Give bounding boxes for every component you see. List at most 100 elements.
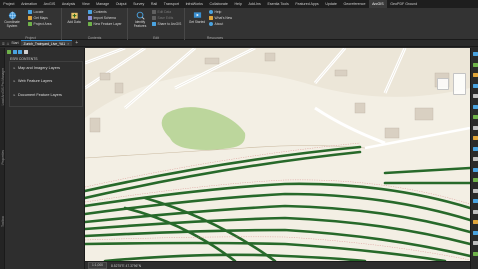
- layer-group-label: Document Feature Layers: [17, 93, 62, 97]
- road: [364, 126, 470, 150]
- ribbon-tab[interactable]: Georeference: [340, 0, 369, 8]
- compass-widget[interactable]: [437, 78, 449, 90]
- ribbon-tab[interactable]: Featured Apps: [292, 0, 322, 8]
- map-tool-icon[interactable]: [472, 251, 478, 256]
- get-started-label: Get Started: [188, 20, 206, 24]
- edit-data-button[interactable]: Edit Data: [152, 10, 171, 15]
- ribbon-tab[interactable]: Esentia Tools: [264, 0, 292, 8]
- help-button[interactable]: Help: [209, 10, 221, 15]
- map-tool-icon[interactable]: [472, 199, 478, 203]
- settings-icon[interactable]: [23, 49, 28, 54]
- start-tab[interactable]: Start: [11, 40, 18, 47]
- ribbon-tab[interactable]: Analysis: [59, 0, 79, 8]
- new-feature-layer-icon: [88, 22, 92, 26]
- ribbon-tab[interactable]: Project: [0, 0, 18, 8]
- about-button[interactable]: About: [209, 22, 223, 27]
- urban-area: [85, 48, 470, 118]
- map-view[interactable]: [85, 48, 470, 261]
- ribbon-tab[interactable]: ArcGIS: [368, 0, 387, 8]
- get-started-icon: [193, 12, 201, 18]
- map-tool-icon[interactable]: [472, 188, 478, 193]
- locate-icon: [28, 10, 32, 14]
- ribbon-group-contents: Add Data Contents Import Schema New Feat…: [62, 8, 128, 40]
- add-tab-button[interactable]: +: [75, 40, 78, 46]
- map-tool-icon[interactable]: [472, 62, 478, 67]
- map-tool-icon[interactable]: [472, 73, 478, 77]
- ribbon-tab[interactable]: Animation: [18, 0, 41, 8]
- contents-icon: [88, 10, 92, 14]
- map-tool-icon[interactable]: [472, 220, 478, 224]
- expand-caret-icon[interactable]: ►: [13, 66, 16, 70]
- map-document-tab[interactable]: Zurich_Trainyard_Live_YA1 ×: [20, 40, 73, 46]
- save-edits-button[interactable]: Save Edits: [152, 16, 173, 21]
- ribbon: Coordinate System Locate Get Maps Projec…: [0, 8, 478, 40]
- expand-caret-icon[interactable]: ►: [13, 93, 16, 97]
- ribbon-group-resources: Get Started Help What's New About Resour…: [185, 8, 245, 40]
- map-tool-icon[interactable]: [472, 209, 478, 214]
- new-feature-layer-button[interactable]: New Feature Layer: [88, 22, 122, 27]
- layer-list: ► Map and Imagery Layers ► Web Feature Lay…: [9, 61, 83, 107]
- whats-new-icon: [209, 16, 213, 20]
- zoom-layer-icon[interactable]: [18, 49, 22, 54]
- home-icon[interactable]: ⌂: [7, 40, 10, 47]
- layer-group-web-feature[interactable]: ► Web Feature Layers: [13, 79, 52, 83]
- import-schema-button[interactable]: Import Schema: [88, 16, 116, 21]
- ribbon-tab[interactable]: Help: [231, 0, 245, 8]
- locate-button[interactable]: Locate: [28, 10, 43, 15]
- map-tool-icon[interactable]: [472, 230, 478, 235]
- map-tool-icon[interactable]: [472, 178, 478, 182]
- map-tool-icon[interactable]: [472, 157, 478, 161]
- identify-features-button[interactable]: Identify Features: [129, 11, 151, 29]
- layer-group-map-imagery[interactable]: ► Map and Imagery Layers: [13, 66, 60, 70]
- contents-label: Contents: [93, 10, 107, 15]
- group-title-resources: Resources: [206, 35, 224, 40]
- ribbon-tab[interactable]: Collaborate: [206, 0, 231, 8]
- map-tool-icon[interactable]: [472, 241, 478, 245]
- close-icon[interactable]: ×: [67, 42, 69, 46]
- contents-button[interactable]: Contents: [88, 10, 107, 15]
- layer-group-label: Map and Imagery Layers: [17, 66, 60, 70]
- rail-tab-properties[interactable]: Properties: [1, 150, 5, 165]
- add-layer-icon[interactable]: [7, 49, 11, 54]
- map-tool-icon[interactable]: [472, 125, 478, 130]
- map-tool-icon[interactable]: [472, 104, 478, 109]
- coordinate-system-button[interactable]: Coordinate System: [1, 11, 23, 29]
- ribbon-tab[interactable]: Survey: [130, 0, 148, 8]
- navigation-widget[interactable]: [453, 73, 466, 95]
- ribbon-tab[interactable]: GeoPDF Ground: [387, 0, 421, 8]
- add-data-button[interactable]: Add Data: [63, 11, 85, 25]
- map-tool-icon[interactable]: [472, 115, 478, 119]
- layer-group-document-feature[interactable]: ► Document Feature Layers: [13, 93, 62, 97]
- help-icon: [209, 10, 213, 14]
- map-tool-icon[interactable]: [472, 83, 478, 88]
- ribbon-tab[interactable]: Output: [112, 0, 129, 8]
- whats-new-button[interactable]: What's New: [209, 16, 232, 21]
- map-tool-icon[interactable]: [472, 94, 478, 98]
- expand-caret-icon[interactable]: ►: [13, 79, 16, 83]
- map-tool-icon[interactable]: [472, 146, 478, 151]
- ribbon-tab[interactable]: Update: [322, 0, 340, 8]
- ribbon-tab[interactable]: Rail: [148, 0, 161, 8]
- project-area-button[interactable]: Project Area: [28, 22, 51, 27]
- scale-selector[interactable]: 1:1,000: [88, 262, 107, 269]
- refresh-icon[interactable]: [12, 49, 17, 54]
- ribbon-group-project: Coordinate System Locate Get Maps Projec…: [0, 8, 62, 40]
- rail-tab-manager[interactable]: Load ArcGIS Pro Manager: [1, 68, 5, 105]
- rail-tab-toolbox[interactable]: Toolbox: [1, 216, 5, 227]
- map-tool-icon[interactable]: [472, 136, 478, 140]
- get-started-button[interactable]: Get Started: [186, 11, 208, 25]
- menu-icon[interactable]: ≡: [2, 40, 5, 47]
- ribbon-tab[interactable]: InfraWorks: [182, 0, 206, 8]
- import-schema-icon: [88, 16, 92, 20]
- share-icon: [152, 22, 156, 26]
- map-tool-icon[interactable]: [472, 167, 478, 172]
- ribbon-tab[interactable]: Transport: [160, 0, 182, 8]
- share-to-arcgis-button[interactable]: Share to ArcGIS: [152, 22, 181, 27]
- ribbon-tab[interactable]: View: [79, 0, 93, 8]
- map-canvas[interactable]: [85, 48, 470, 261]
- get-maps-button[interactable]: Get Maps: [28, 16, 48, 21]
- ribbon-tab[interactable]: Add-Ins: [245, 0, 264, 8]
- ribbon-tab[interactable]: ArcGIS: [40, 0, 58, 8]
- ribbon-tab[interactable]: Manage: [93, 0, 113, 8]
- map-tool-icon[interactable]: [472, 52, 478, 56]
